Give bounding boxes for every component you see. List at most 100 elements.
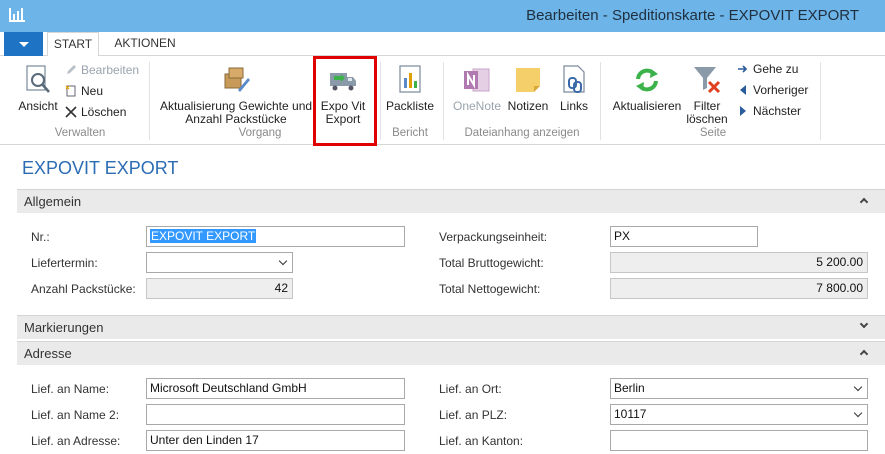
links-button[interactable]: Links: [554, 64, 594, 113]
bearbeiten-label: Bearbeiten: [81, 63, 140, 77]
onenote-label: OneNote: [452, 99, 502, 113]
liefertermin-dropdown[interactable]: [146, 252, 293, 273]
links-label: Links: [559, 99, 588, 113]
loeschen-label: Löschen: [81, 105, 127, 119]
section-title: Markierungen: [24, 320, 104, 335]
app-logo-icon: [9, 8, 25, 22]
group-label-dateianhang: Dateianhang anzeigen: [464, 127, 580, 139]
lief-name2-label: Lief. an Name 2:: [31, 408, 120, 422]
vorheriger-label: Vorheriger: [753, 83, 809, 97]
note-icon: [516, 68, 540, 92]
triangle-right-icon: [740, 106, 746, 116]
notizen-label: Notizen: [507, 99, 549, 113]
ribbon: Ansicht Bearbeiten Neu Löschen Verwalten…: [0, 56, 885, 145]
report-icon: [399, 65, 421, 93]
view-magnifier-icon: [26, 65, 50, 93]
ribbon-separator: [820, 62, 821, 140]
link-icon: [563, 65, 585, 93]
neu-label: Neu: [81, 84, 104, 98]
lief-plz-label: Lief. an PLZ:: [439, 408, 508, 422]
collapse-chevron-icon: [859, 349, 869, 359]
filter-label-line2: löschen: [686, 112, 728, 126]
notizen-button[interactable]: Notizen: [504, 64, 552, 113]
lief-ort-dropdown[interactable]: Berlin: [610, 378, 868, 399]
liefertermin-label: Liefertermin:: [31, 256, 98, 270]
application-menu-button[interactable]: [4, 32, 43, 56]
bearbeiten-button[interactable]: Bearbeiten: [65, 61, 139, 79]
section-title: Adresse: [24, 346, 72, 361]
lief-kanton-field[interactable]: [610, 430, 868, 451]
lief-adresse-label: Lief. an Adresse:: [31, 434, 121, 448]
ribbon-tab-row: START AKTIONEN: [0, 32, 885, 57]
chevron-down-icon: [853, 382, 863, 392]
tab-start[interactable]: START: [47, 32, 99, 57]
lief-kanton-label: Lief. an Kanton:: [439, 434, 524, 448]
lief-ort-label: Lief. an Ort:: [439, 382, 502, 396]
onenote-button[interactable]: OneNote: [449, 64, 505, 113]
pencil-icon: [67, 65, 76, 74]
section-header-markierungen[interactable]: Markierungen: [17, 315, 885, 339]
clear-filter-icon: [694, 67, 721, 94]
anzahl-packstuecke-label: Anzahl Packstücke:: [31, 282, 136, 296]
section-title: Allgemein: [24, 194, 82, 209]
packliste-button[interactable]: Packliste: [383, 64, 437, 113]
package-update-icon: [224, 67, 250, 92]
dropdown-arrow-icon: [19, 42, 29, 47]
new-document-icon: [65, 85, 76, 97]
chevron-down-icon: [278, 256, 288, 266]
ansicht-button[interactable]: Ansicht: [14, 64, 62, 113]
lief-ort-value: Berlin: [614, 381, 645, 395]
window-title: Bearbeiten - Speditionskarte - EXPOVIT E…: [526, 7, 859, 24]
lief-name-label: Lief. an Name:: [31, 382, 110, 396]
anzahl-packstuecke-field: 42: [146, 278, 293, 299]
section-header-allgemein[interactable]: Allgemein: [17, 189, 885, 213]
aktualisieren-button[interactable]: Aktualisieren: [609, 64, 685, 113]
group-label-vorgang: Vorgang: [238, 127, 282, 139]
aktualisierung-label-line2: Anzahl Packstücke: [185, 112, 287, 126]
highlight-box: [313, 56, 377, 146]
section-header-adresse[interactable]: Adresse: [17, 341, 885, 365]
verpackungseinheit-field[interactable]: PX: [610, 226, 758, 247]
ribbon-separator: [149, 62, 150, 140]
nettogewicht-field: 7 800.00: [610, 278, 868, 299]
nr-label: Nr.:: [31, 230, 50, 244]
title-bar: Bearbeiten - Speditionskarte - EXPOVIT E…: [0, 0, 885, 32]
bruttogewicht-field: 5 200.00: [610, 252, 868, 273]
nettogewicht-label: Total Nettogewicht:: [439, 282, 541, 296]
vorheriger-button[interactable]: Vorheriger: [737, 81, 808, 99]
onenote-icon: [464, 68, 490, 92]
naechster-button[interactable]: Nächster: [737, 102, 801, 120]
refresh-icon: [636, 68, 658, 92]
lief-plz-value: 10117: [614, 407, 647, 421]
aktualisierung-gewichte-button[interactable]: Aktualisierung Gewichte und Anzahl Packs…: [157, 64, 315, 126]
chevron-down-icon: [853, 408, 863, 418]
gehe-zu-button[interactable]: Gehe zu: [737, 60, 798, 78]
collapse-chevron-icon: [859, 197, 869, 207]
aktualisieren-label: Aktualisieren: [612, 99, 682, 113]
naechster-label: Nächster: [753, 104, 802, 118]
neu-button[interactable]: Neu: [65, 82, 103, 100]
loeschen-button[interactable]: Löschen: [65, 103, 126, 121]
page-title: EXPOVIT EXPORT: [22, 158, 179, 178]
group-label-seite: Seite: [699, 127, 727, 139]
nr-field[interactable]: EXPOVIT EXPORT: [146, 226, 405, 247]
lief-name-field[interactable]: Microsoft Deutschland GmbH: [146, 378, 405, 399]
arrow-right-icon: [738, 65, 748, 73]
group-label-verwalten: Verwalten: [54, 127, 106, 139]
lief-adresse-field[interactable]: Unter den Linden 17: [146, 430, 405, 451]
lief-plz-dropdown[interactable]: 10117: [610, 404, 868, 425]
filter-loeschen-button[interactable]: Filter löschen: [684, 64, 730, 126]
ansicht-label: Ansicht: [18, 99, 58, 113]
expand-chevron-icon: [859, 319, 869, 329]
group-label-bericht: Bericht: [392, 127, 428, 139]
triangle-left-icon: [740, 85, 746, 95]
delete-x-icon: [65, 106, 77, 118]
lief-name2-field[interactable]: [146, 404, 405, 425]
tab-aktionen[interactable]: AKTIONEN: [108, 32, 182, 57]
packliste-label: Packliste: [385, 99, 435, 113]
bruttogewicht-label: Total Bruttogewicht:: [439, 256, 544, 270]
ribbon-separator: [443, 62, 444, 140]
gehe-zu-label: Gehe zu: [753, 62, 799, 76]
ribbon-separator: [600, 62, 601, 140]
nr-value: EXPOVIT EXPORT: [150, 229, 257, 243]
